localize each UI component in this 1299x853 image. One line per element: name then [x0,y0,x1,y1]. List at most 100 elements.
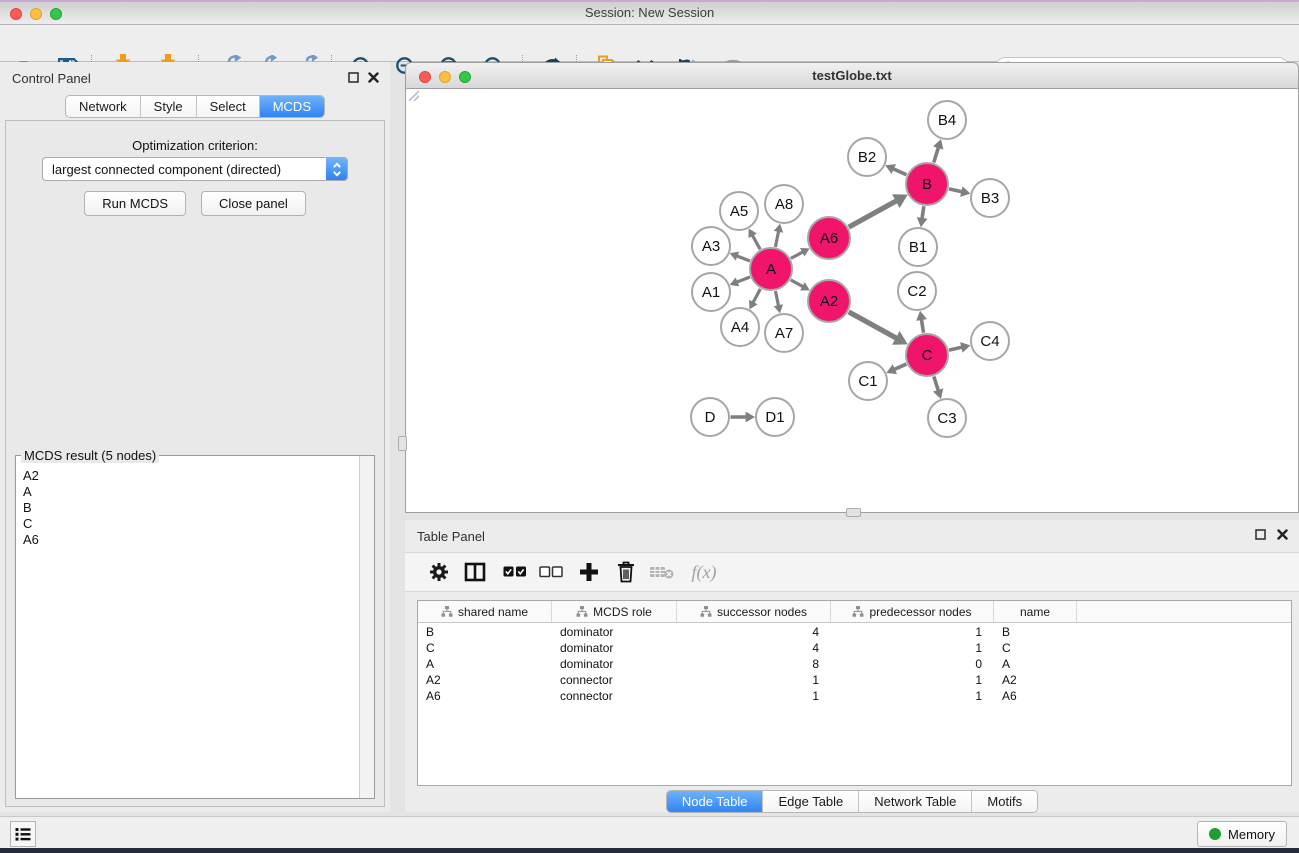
cell-name[interactable]: B [994,624,1077,640]
split-panel-button[interactable] [461,559,489,585]
tab-select[interactable]: Select [197,96,260,117]
node-C1[interactable]: C1 [849,362,887,400]
tab-network-table[interactable]: Network Table [859,791,972,812]
node-A2[interactable]: A2 [808,280,850,322]
cell-mcds-role[interactable]: connector [552,688,677,704]
cell-shared-name[interactable]: A2 [418,672,552,688]
close-control-panel-button[interactable] [367,71,380,84]
create-column-button[interactable] [575,559,603,585]
cell-mcds-role[interactable]: connector [552,672,677,688]
column-header-predecessor-nodes[interactable]: predecessor nodes [831,601,994,622]
table-row-a2[interactable]: A2connector11A2 [418,672,1291,688]
resize-grip-icon[interactable] [406,89,419,101]
cell-predecessor-nodes[interactable]: 1 [831,624,994,640]
mcds-result-item-c[interactable]: C [23,516,359,532]
mcds-result-item-a6[interactable]: A6 [23,532,359,548]
edge-A-A1[interactable] [730,277,750,286]
node-A4[interactable]: A4 [721,308,759,346]
run-mcds-button[interactable]: Run MCDS [84,191,186,216]
cell-successor-nodes[interactable]: 1 [677,688,831,704]
select-all-button[interactable] [501,559,529,585]
cell-name[interactable]: C [994,640,1077,656]
node-C3[interactable]: C3 [928,399,966,437]
edge-A-A2[interactable] [791,280,810,291]
memory-button[interactable]: Memory [1197,821,1287,847]
tab-style[interactable]: Style [141,96,197,117]
edge-A-A5[interactable] [748,229,760,250]
cell-shared-name[interactable]: B [418,624,552,640]
edge-A-A3[interactable] [730,252,750,261]
table-row-a6[interactable]: A6connector11A6 [418,688,1291,704]
network-canvas[interactable]: AA1A2A3A4A5A6A7A8BB1B2B3B4CC1C2C3C4DD1 [405,89,1299,513]
vertical-scroll-stub[interactable] [398,436,407,451]
node-B1[interactable]: B1 [899,228,937,266]
edge-A-A6[interactable] [791,248,810,258]
tab-mcds[interactable]: MCDS [260,96,324,117]
close-table-panel-button[interactable] [1276,528,1289,541]
tab-network[interactable]: Network [66,96,141,117]
edge-A-A8[interactable] [774,224,783,247]
cell-predecessor-nodes[interactable]: 1 [831,688,994,704]
table-row-a[interactable]: Adominator80A [418,656,1291,672]
cell-name[interactable]: A [994,656,1077,672]
cell-predecessor-nodes[interactable]: 1 [831,640,994,656]
edge-A-A4[interactable] [749,289,760,310]
cell-successor-nodes[interactable]: 4 [677,624,831,640]
node-B4[interactable]: B4 [928,101,966,139]
column-header-shared-name[interactable]: shared name [418,601,552,622]
cell-mcds-role[interactable]: dominator [552,624,677,640]
task-history-button[interactable] [10,821,36,847]
edge-C-C4[interactable] [949,342,971,353]
node-A5[interactable]: A5 [720,192,758,230]
node-C[interactable]: C [906,334,948,376]
float-table-panel-button[interactable] [1254,528,1267,541]
cell-successor-nodes[interactable]: 1 [677,672,831,688]
network-canvas-svg[interactable]: AA1A2A3A4A5A6A7A8BB1B2B3B4CC1C2C3C4DD1 [406,89,1298,512]
column-header-mcds-role[interactable]: MCDS role [552,601,677,622]
node-D1[interactable]: D1 [756,398,794,436]
node-A[interactable]: A [750,248,792,290]
close-panel-button[interactable]: Close panel [201,191,306,216]
cell-mcds-role[interactable]: dominator [552,656,677,672]
function-builder-button[interactable]: f(x) [684,559,724,585]
criterion-dropdown[interactable]: largest connected component (directed) [42,157,348,181]
result-scrollbar[interactable] [359,456,374,798]
node-D[interactable]: D [691,398,729,436]
column-header-successor-nodes[interactable]: successor nodes [677,601,831,622]
node-B[interactable]: B [906,163,948,205]
delete-column-button[interactable] [612,559,640,585]
cell-successor-nodes[interactable]: 4 [677,640,831,656]
node-A7[interactable]: A7 [765,314,803,352]
tab-edge-table[interactable]: Edge Table [763,791,859,812]
cell-shared-name[interactable]: C [418,640,552,656]
node-B2[interactable]: B2 [848,138,886,176]
network-window-titlebar[interactable]: testGlobe.txt [405,62,1299,89]
edge-B-B4[interactable] [933,139,943,162]
cell-predecessor-nodes[interactable]: 0 [831,656,994,672]
node-A3[interactable]: A3 [692,227,730,265]
tab-motifs[interactable]: Motifs [972,791,1037,812]
edge-B-B2[interactable] [885,164,906,175]
mcds-result-item-a2[interactable]: A2 [23,468,359,484]
edge-B-B1[interactable] [917,206,928,227]
edge-A2-C[interactable] [849,312,908,345]
node-C4[interactable]: C4 [971,322,1009,360]
edge-D-D1[interactable] [731,412,756,423]
tab-node-table[interactable]: Node Table [667,791,764,812]
cell-shared-name[interactable]: A [418,656,552,672]
cell-predecessor-nodes[interactable]: 1 [831,672,994,688]
cell-name[interactable]: A2 [994,672,1077,688]
mcds-result-item-b[interactable]: B [23,500,359,516]
edge-A6-B[interactable] [849,194,908,227]
column-header-name[interactable]: name [994,601,1077,622]
node-A6[interactable]: A6 [808,217,850,259]
table-row-c[interactable]: Cdominator41C [418,640,1291,656]
table-row-b[interactable]: Bdominator41B [418,624,1291,640]
edge-A-A7[interactable] [774,291,783,313]
node-C2[interactable]: C2 [898,272,936,310]
edge-C-C3[interactable] [933,376,943,398]
float-panel-button[interactable] [347,71,360,84]
edge-C-C1[interactable] [886,364,906,374]
cell-shared-name[interactable]: A6 [418,688,552,704]
delete-table-button[interactable] [648,559,676,585]
